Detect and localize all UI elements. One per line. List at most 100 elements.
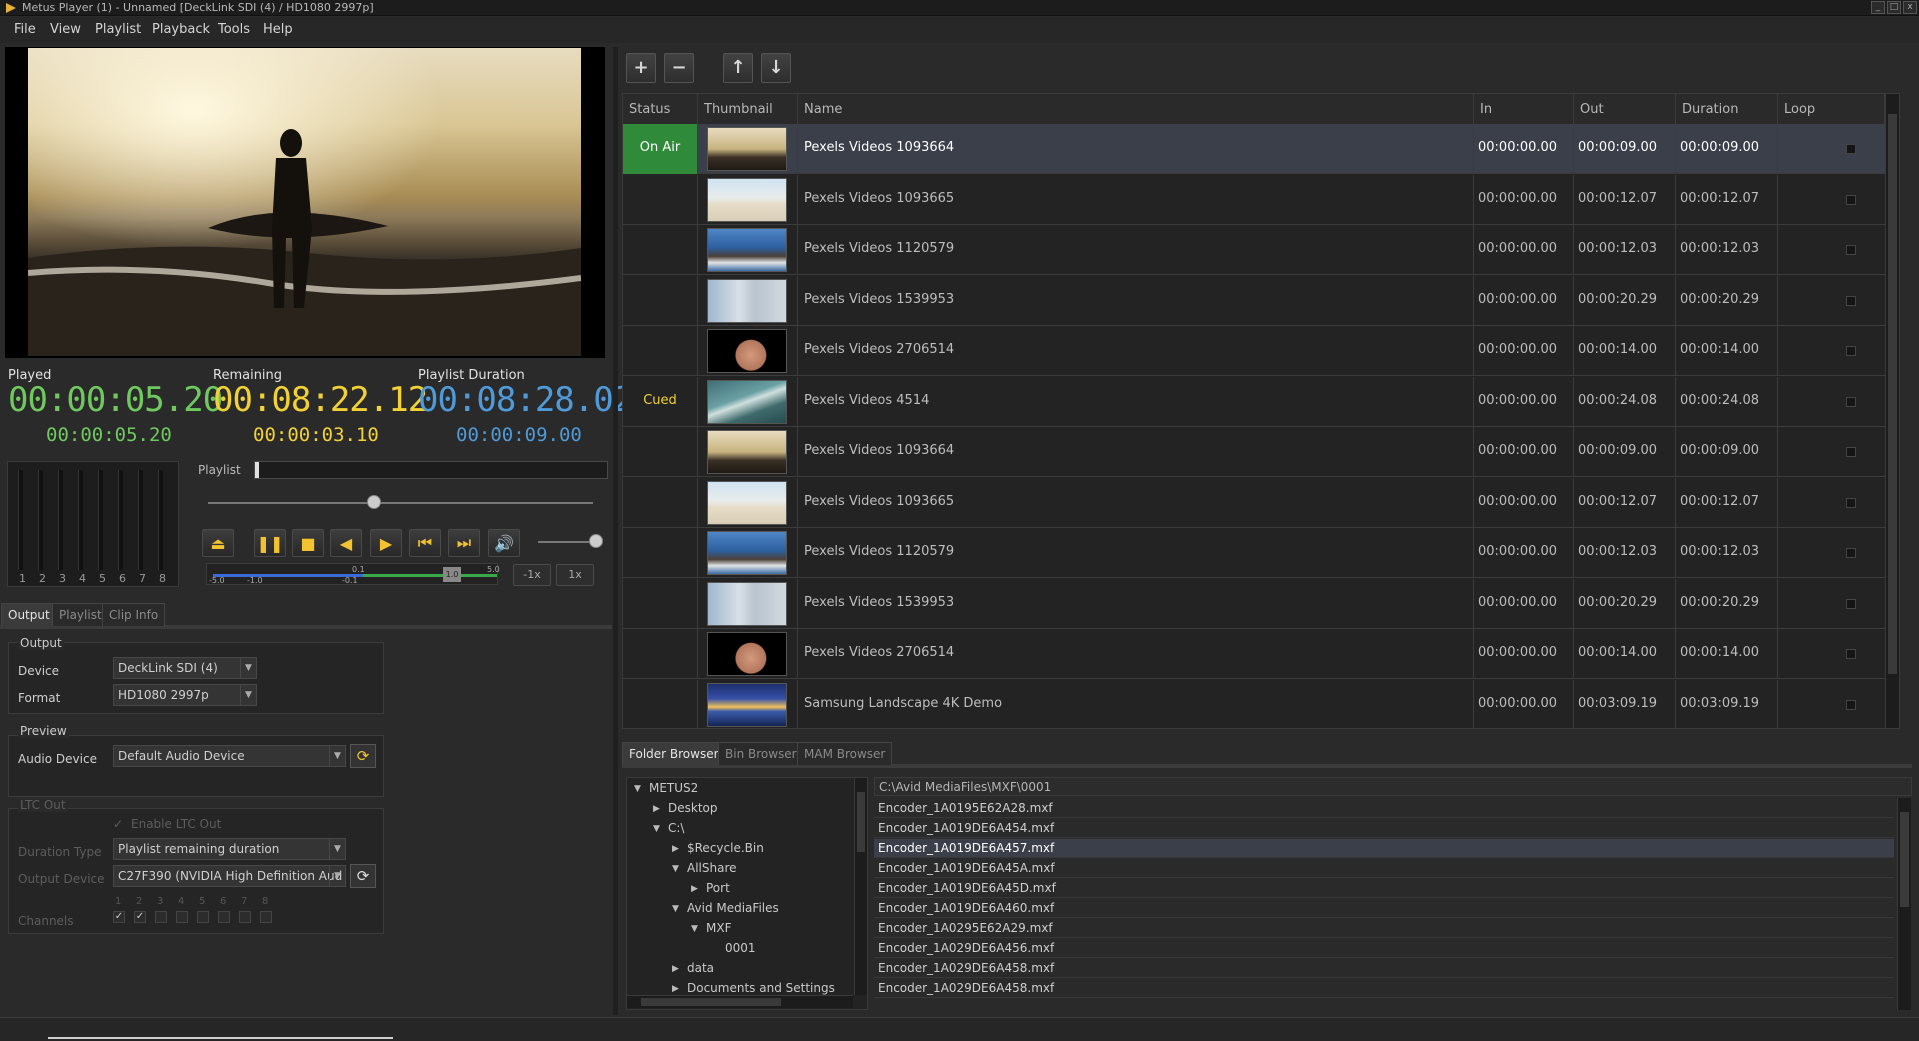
playlist-scrollbar[interactable] — [1885, 94, 1899, 728]
forward-speed-button[interactable]: 1x — [556, 564, 594, 586]
audio-device-select[interactable]: Default Audio Device ▼ — [113, 745, 346, 767]
playlist-row[interactable]: Pexels Videos 1120579 00:00:00.00 00:00:12… — [623, 528, 1885, 578]
loop-checkbox[interactable] — [1846, 245, 1856, 255]
column-header-out[interactable]: Out — [1574, 94, 1676, 124]
panel-splitter[interactable] — [613, 47, 618, 1015]
loop-checkbox[interactable] — [1846, 295, 1856, 306]
frame-forward-button[interactable]: ▶ — [370, 529, 402, 557]
tree-folder-item[interactable]: Avid MediaFiles — [687, 901, 779, 915]
duration-type-select[interactable]: Playlist remaining duration ▼ — [113, 838, 346, 860]
loop-checkbox[interactable] — [1846, 649, 1856, 659]
playlist-row[interactable]: Pexels Videos 1093665 00:00:00.00 00:00:12… — [623, 174, 1885, 225]
loop-checkbox[interactable] — [1846, 699, 1856, 710]
collapse-arrow-icon[interactable]: ▶ — [672, 984, 679, 994]
pause-button[interactable]: ❚❚ — [254, 529, 286, 557]
column-header-duration[interactable]: Duration — [1676, 94, 1778, 124]
channel-checkbox[interactable] — [239, 911, 251, 923]
maximize-button[interactable]: □ — [1887, 1, 1901, 14]
refresh-audio-button[interactable]: ⟳ — [350, 744, 376, 768]
tab-clip-info[interactable]: Clip Info — [102, 603, 166, 626]
loop-checkbox[interactable] — [1846, 548, 1856, 558]
channel-checkbox[interactable] — [260, 911, 272, 923]
tree-hscrollbar[interactable] — [627, 995, 853, 1008]
loop-checkbox[interactable] — [1846, 144, 1856, 154]
refresh-output-button[interactable]: ⟳ — [350, 864, 376, 888]
expand-arrow-icon[interactable]: ▼ — [672, 864, 679, 874]
file-list-item[interactable]: Encoder_1A019DE6A45D.mxf — [874, 879, 1894, 898]
collapse-arrow-icon[interactable]: ▶ — [653, 804, 660, 814]
frame-back-button[interactable]: ◀ — [330, 529, 362, 557]
playlist-row[interactable]: Pexels Videos 1093665 00:00:00.00 00:00:12… — [623, 477, 1885, 528]
file-list-item[interactable]: Encoder_1A019DE6A457.mxf — [874, 839, 1894, 858]
loop-checkbox[interactable] — [1846, 396, 1856, 407]
loop-checkbox[interactable] — [1846, 346, 1856, 356]
channel-checkbox[interactable] — [218, 911, 230, 923]
expand-arrow-icon[interactable]: ▼ — [653, 824, 660, 834]
playlist-row[interactable]: Cued Pexels Videos 4514 00:00:00.00 00:00:2… — [623, 376, 1885, 427]
skip-start-button[interactable]: ⏮ — [409, 529, 441, 557]
tree-folder-item[interactable]: 0001 — [725, 941, 756, 955]
expand-arrow-icon[interactable]: ▼ — [634, 784, 641, 794]
video-preview[interactable] — [5, 47, 605, 358]
minimize-button[interactable]: _ — [1871, 1, 1885, 14]
stop-button[interactable]: ■ — [292, 529, 324, 557]
volume-slider-handle[interactable] — [589, 534, 604, 548]
reverse-speed-button[interactable]: -1x — [513, 564, 551, 586]
file-list-item[interactable]: Encoder_1A029DE6A458.mxf — [874, 979, 1894, 998]
column-header-name[interactable]: Name — [798, 94, 1474, 124]
tree-scrollbar-thumb[interactable] — [857, 792, 865, 852]
tree-folder-item[interactable]: C:\ — [668, 821, 684, 835]
tab-bin-browser[interactable]: Bin Browser — [718, 742, 804, 765]
tree-scrollbar[interactable] — [854, 778, 867, 995]
tab-playlist[interactable]: Playlist — [52, 603, 109, 626]
playlist-row[interactable]: Pexels Videos 1539953 00:00:00.00 00:00:20… — [623, 578, 1885, 629]
collapse-arrow-icon[interactable]: ▶ — [691, 884, 698, 894]
remove-item-button[interactable]: − — [664, 53, 694, 83]
playlist-row[interactable]: On Air Pexels Videos 1093664 00:00:00.00 00… — [623, 124, 1885, 174]
tree-folder-item[interactable]: METUS2 — [649, 781, 698, 795]
tree-folder-item[interactable]: data — [687, 961, 714, 975]
tree-hscrollbar-thumb[interactable] — [641, 998, 781, 1006]
position-slider-handle[interactable] — [366, 495, 381, 509]
column-header-loop[interactable]: Loop — [1778, 94, 1885, 124]
move-down-button[interactable]: ↓ — [761, 53, 791, 83]
menu-tools[interactable]: Tools — [218, 22, 250, 37]
column-header-in[interactable]: In — [1474, 94, 1574, 124]
tree-folder-item[interactable]: MXF — [706, 921, 731, 935]
position-slider-track[interactable] — [208, 502, 593, 504]
loop-checkbox[interactable] — [1846, 497, 1856, 508]
format-select[interactable]: HD1080 2997p ▼ — [113, 684, 257, 706]
playlist-row[interactable]: Pexels Videos 1539953 00:00:00.00 00:00:20… — [623, 275, 1885, 326]
collapse-arrow-icon[interactable]: ▶ — [672, 844, 679, 854]
skip-end-button[interactable]: ⏭ — [448, 529, 480, 557]
file-list-item[interactable]: Encoder_1A019DE6A45A.mxf — [874, 859, 1894, 878]
file-list-scrollbar-thumb[interactable] — [1900, 812, 1909, 907]
collapse-arrow-icon[interactable]: ▶ — [672, 964, 679, 974]
eject-button[interactable]: ⏏ — [202, 529, 234, 557]
enable-ltc-checkbox[interactable]: ✓ — [113, 817, 123, 831]
mute-button[interactable]: 🔊 — [488, 529, 520, 557]
loop-checkbox[interactable] — [1846, 447, 1856, 457]
tree-folder-item[interactable]: AllShare — [687, 861, 737, 875]
add-item-button[interactable]: + — [626, 53, 656, 83]
playlist-row[interactable]: Pexels Videos 2706514 00:00:00.00 00:00:14… — [623, 326, 1885, 376]
channel-checkbox[interactable]: ✓ — [134, 911, 146, 923]
menu-playback[interactable]: Playback — [152, 22, 210, 37]
file-list-item[interactable]: Encoder_1A0195E62A28.mxf — [874, 799, 1894, 818]
tab-folder-browser[interactable]: Folder Browser — [622, 742, 726, 765]
channel-checkbox[interactable] — [155, 911, 167, 923]
channel-checkbox[interactable]: ✓ — [113, 911, 125, 923]
column-header-status[interactable]: Status — [623, 94, 698, 124]
file-list-item[interactable]: Encoder_1A019DE6A460.mxf — [874, 899, 1894, 918]
file-list-scrollbar[interactable] — [1897, 798, 1911, 1010]
speed-slider[interactable]: 0.1 5.0 -5.0 -1.0 -0.1 1.0 — [206, 563, 500, 585]
tree-folder-item[interactable]: Port — [706, 881, 730, 895]
menu-playlist[interactable]: Playlist — [95, 22, 141, 37]
playlist-scrollbar-thumb[interactable] — [1888, 114, 1897, 674]
playlist-row[interactable]: Pexels Videos 1120579 00:00:00.00 00:00:12… — [623, 225, 1885, 275]
playlist-row[interactable]: Pexels Videos 2706514 00:00:00.00 00:00:14… — [623, 629, 1885, 679]
loop-checkbox[interactable] — [1846, 598, 1856, 609]
tree-folder-item[interactable]: Desktop — [668, 801, 718, 815]
expand-arrow-icon[interactable]: ▼ — [672, 904, 679, 914]
playlist-progress-bar[interactable] — [254, 461, 608, 479]
